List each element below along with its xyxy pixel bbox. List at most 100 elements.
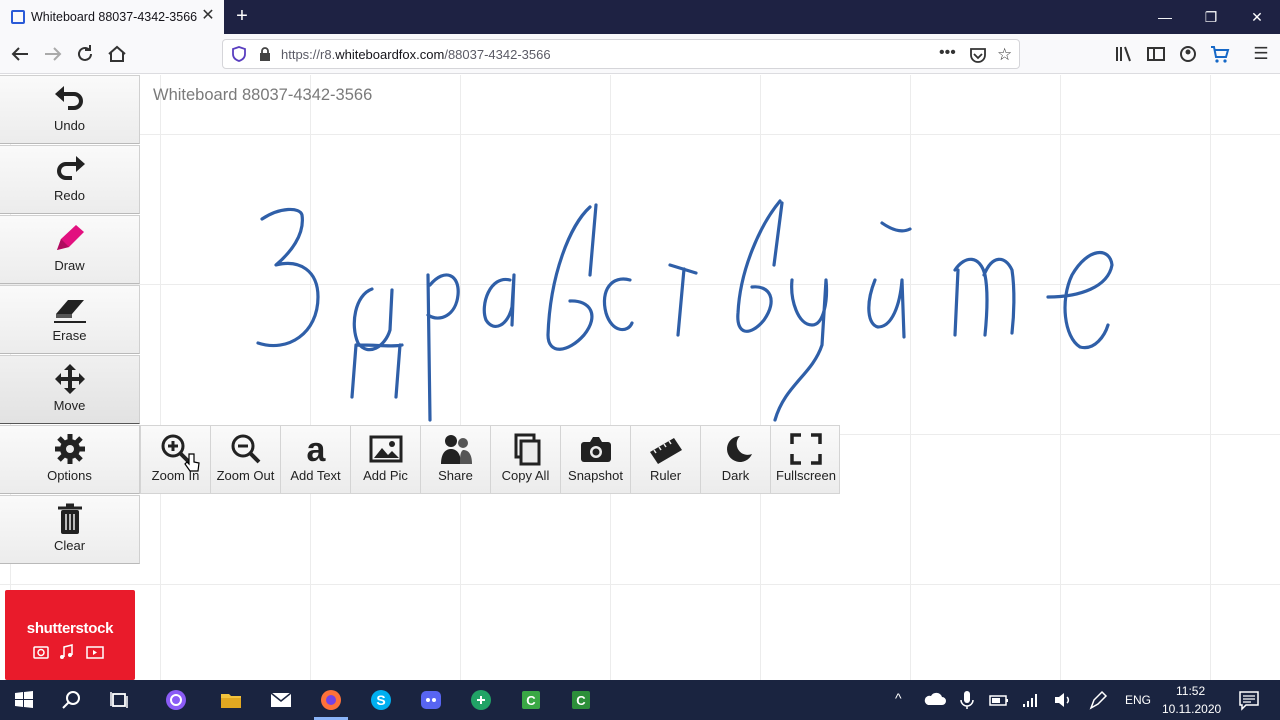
ruler-icon [649,438,682,464]
move-button[interactable]: Move [0,355,140,424]
people-icon [440,435,472,464]
hand-cursor-icon [184,453,200,472]
pencil-icon [56,225,84,250]
picture-icon [369,435,402,463]
close-window-icon[interactable]: ✕ [1234,0,1280,34]
skype-icon[interactable]: S [369,688,393,712]
firefox-icon[interactable] [319,688,343,712]
input-language[interactable]: ENG [1125,693,1151,707]
svg-text:C: C [526,693,536,708]
redo-icon [56,156,85,180]
restore-window-icon[interactable]: ❐ [1188,0,1234,34]
camera-icon [580,437,611,462]
network-signal-icon[interactable] [1019,688,1043,712]
shield-icon[interactable] [231,46,247,67]
dark-label: Dark [721,468,750,483]
whiteboard-canvas[interactable]: Whiteboard 88037-4342-3566 Undo Redo Dra… [0,75,1280,680]
task-view-icon[interactable] [108,688,132,712]
draw-button[interactable]: Draw [0,215,140,284]
options-button[interactable]: Options [0,425,140,494]
page-actions-dots-icon[interactable]: ••• [939,44,956,62]
svg-text:C: C [576,693,586,708]
share-button[interactable]: Share [421,426,491,493]
address-bar[interactable]: https://r8.whiteboardfox.com/88037-4342-… [222,39,1020,69]
lock-icon[interactable] [257,46,273,67]
undo-icon [54,86,83,110]
fullscreen-label: Fullscreen [776,468,836,483]
close-tab-icon[interactable]: ✕ [198,6,218,26]
undo-button[interactable]: Undo [0,75,140,144]
back-arrow-icon[interactable] [8,42,32,66]
notification-center-icon[interactable] [1237,688,1261,712]
clear-label: Clear [53,538,86,553]
share-label: Share [438,468,473,483]
options-label: Options [47,468,92,483]
undo-label: Undo [53,118,86,133]
fullscreen-button[interactable]: Fullscreen [771,426,841,493]
dark-button[interactable]: Dark [701,426,771,493]
hamburger-menu-icon[interactable]: ☰ [1249,42,1273,66]
ruler-button[interactable]: Ruler [631,426,701,493]
discord-icon[interactable] [419,688,443,712]
sidebar-toggle-icon[interactable] [1144,42,1168,66]
add-text-label: Add Text [290,468,341,483]
tab-title: Whiteboard 88037-4342-3566 [31,10,198,24]
snapshot-button[interactable]: Snapshot [561,426,631,493]
redo-label: Redo [53,188,86,203]
draw-label: Draw [54,258,85,273]
forward-arrow-icon[interactable] [41,42,65,66]
ad-media-icons [33,644,104,659]
move-label: Move [53,398,86,413]
pen-workspace-icon[interactable] [1087,688,1111,712]
cortana-app-icon[interactable] [164,688,188,712]
camtasia-icon[interactable]: C [519,688,543,712]
copy-all-button[interactable]: Copy All [491,426,561,493]
new-tab-plus-icon[interactable]: + [230,5,254,29]
moon-icon [726,436,752,462]
bookmark-star-icon[interactable]: ☆ [997,45,1012,65]
copy-all-label: Copy All [501,468,550,483]
board-title: Whiteboard 88037-4342-3566 [153,86,373,104]
pocket-icon[interactable] [969,46,987,69]
url-text[interactable]: https://r8.whiteboardfox.com/88037-4342-… [281,47,551,62]
gear-icon [54,434,85,464]
home-icon[interactable] [105,42,129,66]
browser-tab[interactable]: Whiteboard 88037-4342-3566 ✕ [0,0,224,34]
file-explorer-icon[interactable] [219,688,243,712]
svg-text:S: S [376,692,385,708]
zoom-in-button[interactable]: Zoom In [141,426,211,493]
zoom-out-button[interactable]: Zoom Out [211,426,281,493]
browser-titlebar: Whiteboard 88037-4342-3566 ✕ + — ❐ ✕ [0,0,1280,34]
add-text-button[interactable]: a Add Text [281,426,351,493]
fullscreen-icon [790,433,822,465]
account-icon[interactable] [1176,42,1200,66]
clock-date[interactable]: 10.11.2020 [1162,702,1221,716]
add-pic-button[interactable]: Add Pic [351,426,421,493]
search-icon[interactable] [60,688,84,712]
url-path: /88037-4342-3566 [444,47,551,62]
tray-expand-chevron-icon[interactable]: ^ [895,690,902,706]
green-app-icon[interactable] [469,688,493,712]
onedrive-cloud-icon[interactable] [923,688,947,712]
redo-button[interactable]: Redo [0,145,140,214]
windows-start-icon[interactable] [12,688,36,712]
zoom-out-label: Zoom Out [216,468,275,483]
ruler-label: Ruler [649,468,682,483]
mail-icon[interactable] [269,688,293,712]
erase-button[interactable]: Erase [0,285,140,354]
library-icon[interactable] [1112,42,1136,66]
camtasia-recorder-icon[interactable]: C [569,688,593,712]
clear-button[interactable]: Clear [0,495,140,564]
ad-brand-text: shutterstock [26,620,114,637]
volume-icon[interactable] [1051,688,1075,712]
reload-icon[interactable] [73,42,97,66]
url-prefix: https://r8. [281,47,336,62]
clock-time[interactable]: 11:52 [1176,684,1205,698]
battery-icon[interactable] [987,688,1011,712]
shutterstock-ad[interactable]: shutterstock [5,590,135,680]
minimize-window-icon[interactable]: — [1142,0,1188,34]
options-toolbar: Zoom In Zoom Out a Add Text Add Pic Shar… [140,425,840,494]
microphone-icon[interactable] [955,688,979,712]
zoom-out-icon [231,434,260,464]
cart-extension-icon[interactable] [1208,42,1232,66]
